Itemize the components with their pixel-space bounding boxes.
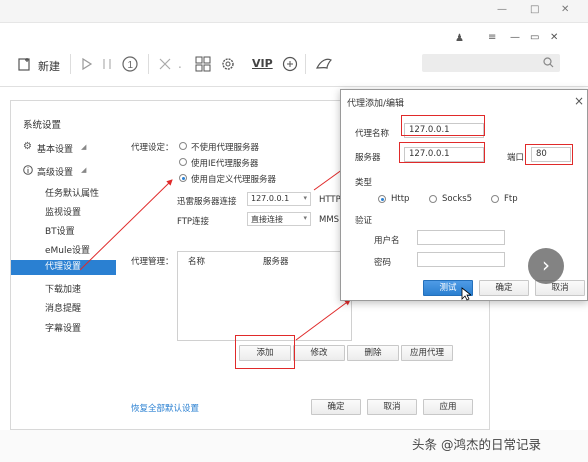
proxy-port-label: 端口 xyxy=(507,153,525,163)
proxy-name-input[interactable]: 127.0.0.1 xyxy=(404,123,484,138)
password-label: 密码 xyxy=(374,258,392,268)
auth-label: 验证 xyxy=(355,216,373,226)
proxy-dialog-title: 代理添加/编辑 xyxy=(347,99,405,109)
watermark-text: 头条 @鸿杰的日常记录 xyxy=(412,437,541,452)
radio-type-http[interactable] xyxy=(378,195,386,203)
proxy-server-value: 127.0.0.1 xyxy=(409,149,450,159)
proxy-server-label: 服务器 xyxy=(355,153,381,163)
username-input[interactable] xyxy=(417,230,505,245)
password-input[interactable] xyxy=(417,252,505,267)
proxy-name-label: 代理名称 xyxy=(355,129,390,139)
next-arrow-icon[interactable]: › xyxy=(528,248,564,284)
radio-type-socks5[interactable] xyxy=(429,195,437,203)
proxy-dialog-close-icon[interactable]: × xyxy=(574,94,584,108)
radio-type-ftp-label: Ftp xyxy=(504,194,518,204)
username-label: 用户名 xyxy=(374,236,400,246)
proxy-port-input[interactable]: 80 xyxy=(531,147,571,162)
proxy-port-value: 80 xyxy=(536,149,547,159)
proxy-type-label: 类型 xyxy=(355,178,373,188)
proxy-name-value: 127.0.0.1 xyxy=(409,125,450,135)
mouse-cursor-icon xyxy=(461,287,473,304)
radio-type-ftp[interactable] xyxy=(491,195,499,203)
radio-type-socks5-label: Socks5 xyxy=(442,194,473,204)
proxy-dialog-ok-button[interactable]: 确定 xyxy=(479,280,529,296)
radio-type-http-label: Http xyxy=(391,194,410,204)
proxy-server-input[interactable]: 127.0.0.1 xyxy=(404,147,484,162)
arrow-sidebar-to-custom xyxy=(79,179,173,271)
arrow-add-to-dialog xyxy=(295,299,351,341)
